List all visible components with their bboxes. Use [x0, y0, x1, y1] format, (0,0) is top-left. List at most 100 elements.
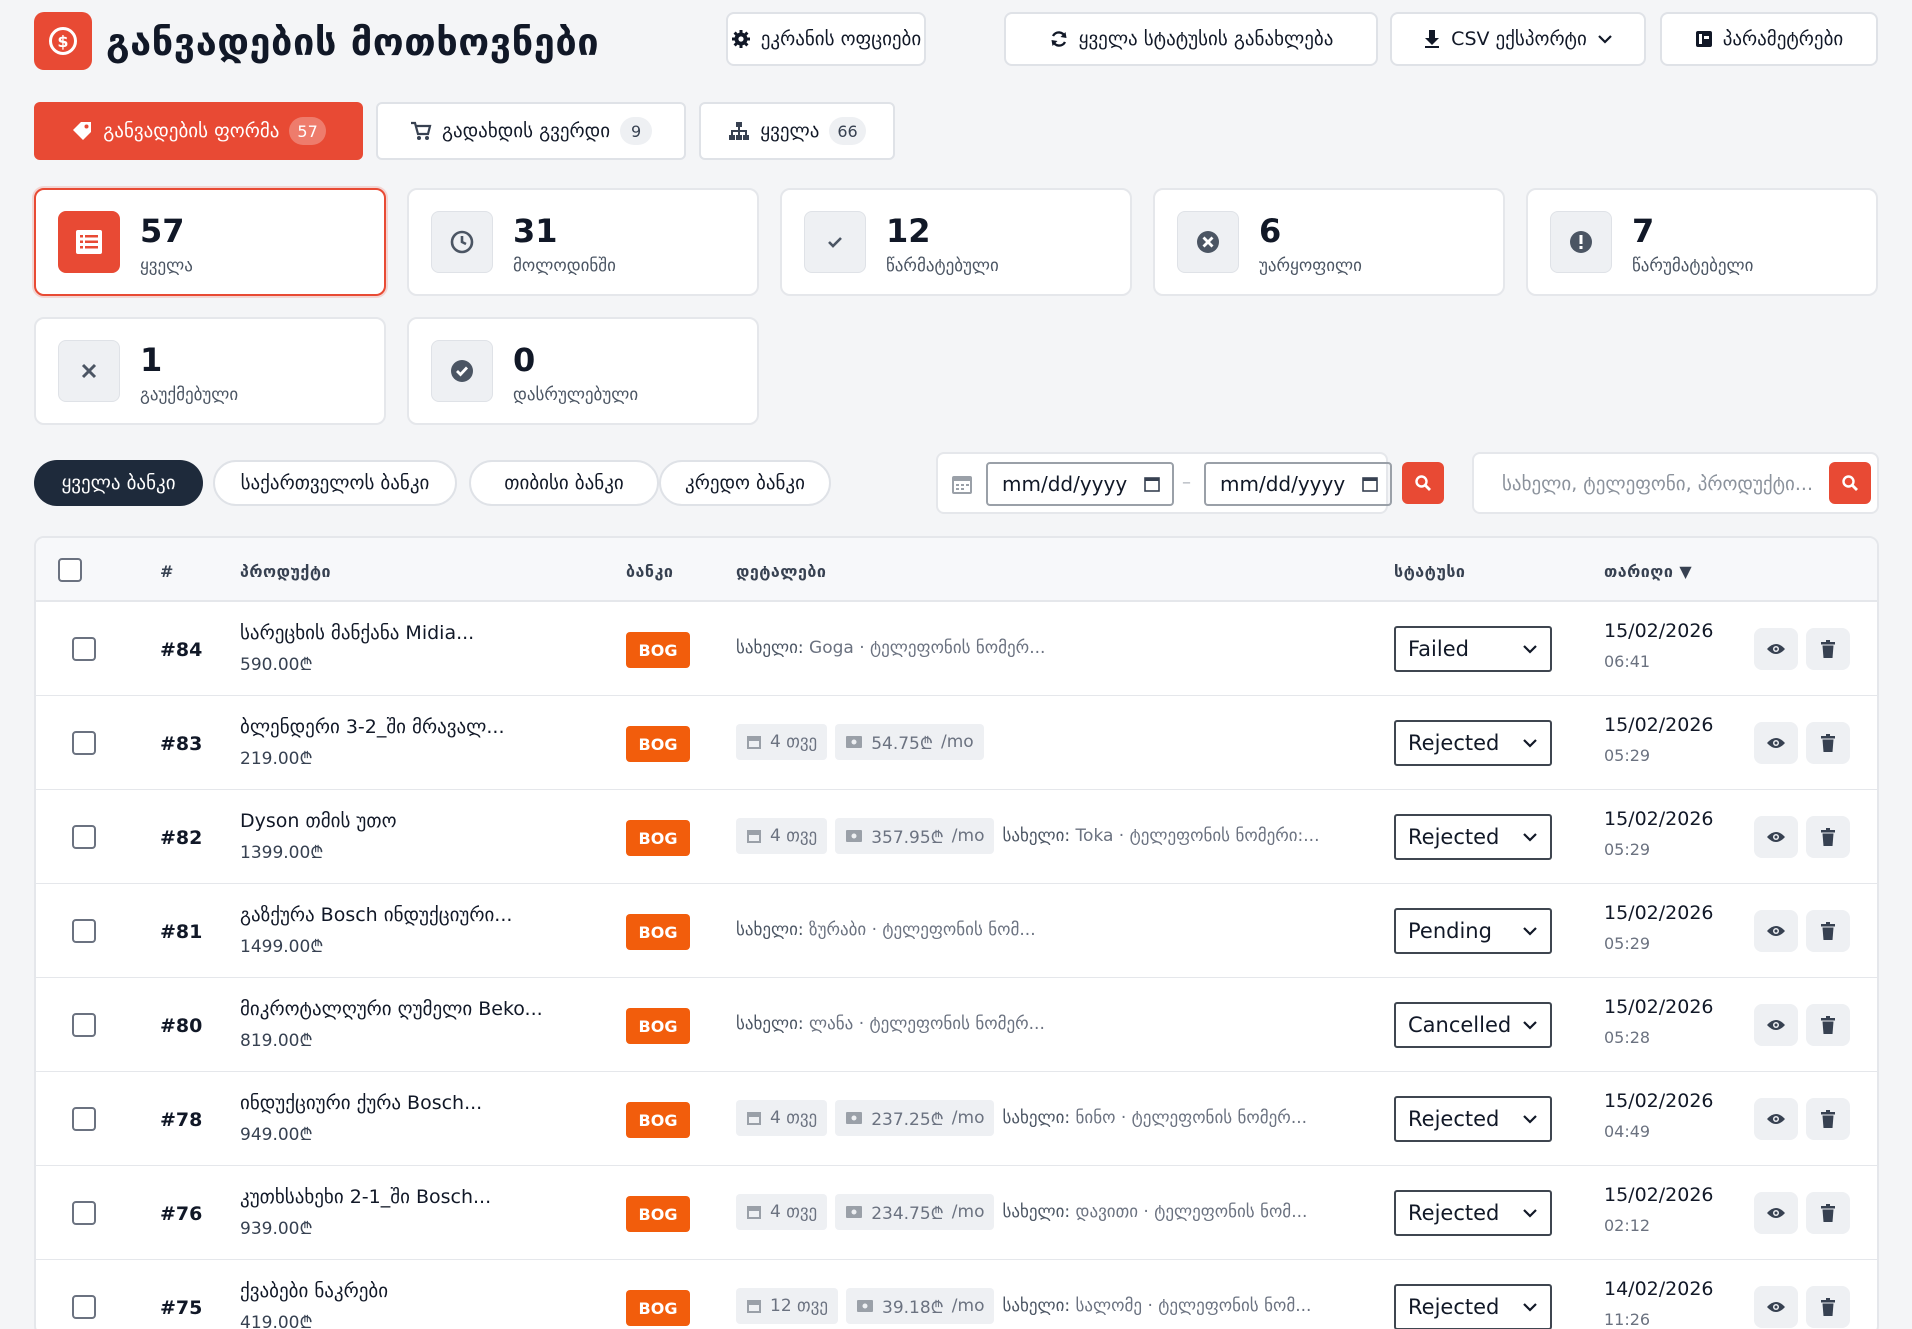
view-button[interactable]: [1754, 816, 1798, 858]
stat-card-failed[interactable]: 7 წარუმატებელი: [1526, 188, 1878, 296]
row-checkbox[interactable]: [72, 919, 96, 943]
chevron-down-icon: [1523, 739, 1537, 748]
request-id: #81: [160, 921, 203, 943]
tab-installment-form[interactable]: განვადების ფორმა 57: [34, 102, 363, 160]
bank-filter-credo[interactable]: კრედო ბანკი: [659, 460, 831, 506]
row-checkbox[interactable]: [72, 1201, 96, 1225]
row-checkbox[interactable]: [72, 731, 96, 755]
product-price: 949.00₾: [240, 1125, 313, 1145]
trash-icon: [1821, 640, 1835, 658]
search-button[interactable]: [1829, 462, 1871, 504]
stat-card-all[interactable]: 57 ყველა: [34, 188, 386, 296]
request-id: #83: [160, 733, 203, 755]
customer-name-value: Goga · ტელეფონის ნომერ...: [803, 638, 1046, 658]
request-date: 15/02/2026: [1604, 996, 1714, 1018]
details-cell: 4 თვე 234.75₾ /mo სახელი: დავითი · ტელეფონი…: [736, 1194, 1307, 1230]
monthly-payment-unit: /mo: [951, 1108, 985, 1128]
delete-button[interactable]: [1806, 722, 1850, 764]
status-select[interactable]: Rejected: [1394, 720, 1552, 766]
customer-details: სახელი: ლანა · ტელეფონის ნომერ...: [736, 1014, 1045, 1034]
product-name: ბლენდერი 3-2_ში მრავალ...: [240, 716, 505, 738]
refresh-statuses-label: ყველა სტატუსის განახლება: [1078, 28, 1334, 50]
status-select[interactable]: Rejected: [1394, 1096, 1552, 1142]
money-icon: [846, 1206, 863, 1218]
row-checkbox[interactable]: [72, 1295, 96, 1319]
calendar-picker-icon[interactable]: [1362, 476, 1378, 492]
monthly-payment-chip: 54.75₾ /mo: [835, 724, 984, 760]
screen-options-button[interactable]: ეკრანის ოფციები: [726, 12, 926, 66]
bank-badge: BOG: [626, 914, 690, 950]
calendar-icon: [747, 830, 761, 843]
date-to-input[interactable]: mm/dd/yyyy: [1204, 462, 1392, 506]
status-select[interactable]: Pending: [1394, 908, 1552, 954]
refresh-statuses-button[interactable]: ყველა სტატუსის განახლება: [1004, 12, 1378, 66]
delete-button[interactable]: [1806, 1004, 1850, 1046]
view-button[interactable]: [1754, 722, 1798, 764]
details-cell: სახელი: ზურაბი · ტელეფონის ნომ...: [736, 912, 1036, 948]
view-button[interactable]: [1754, 910, 1798, 952]
tag-icon: [73, 122, 92, 140]
request-date: 15/02/2026: [1604, 902, 1714, 924]
customer-details: სახელი: ნინო · ტელეფონის ნომერ...: [1002, 1108, 1307, 1128]
delete-button[interactable]: [1806, 910, 1850, 952]
column-header-product[interactable]: პროდუქტი: [240, 562, 331, 581]
delete-button[interactable]: [1806, 1192, 1850, 1234]
select-all-checkbox[interactable]: [58, 558, 82, 582]
row-checkbox[interactable]: [72, 637, 96, 661]
view-button[interactable]: [1754, 1098, 1798, 1140]
stat-label: გაუქმებული: [140, 385, 239, 405]
bank-filter-tbc[interactable]: თიბისი ბანკი: [469, 460, 659, 506]
request-id: #76: [160, 1203, 203, 1225]
trash-icon: [1821, 1204, 1835, 1222]
stat-card-cancelled[interactable]: 1 გაუქმებული: [34, 317, 386, 425]
delete-button[interactable]: [1806, 628, 1850, 670]
bank-filter-all[interactable]: ყველა ბანკი: [34, 460, 203, 506]
monthly-payment-value: 234.75₾: [871, 1203, 944, 1224]
monthly-payment-unit: /mo: [940, 732, 974, 752]
row-checkbox[interactable]: [72, 825, 96, 849]
stat-card-success[interactable]: 12 წარმატებული: [780, 188, 1132, 296]
bank-filter-bog[interactable]: საქართველოს ბანკი: [213, 460, 457, 506]
table-row: #75 ქვაბები ნაკრები 419.00₾ BOG 12 თვე 39.18₾…: [36, 1260, 1877, 1329]
chevron-down-icon: [1523, 1209, 1537, 1218]
status-select[interactable]: Rejected: [1394, 814, 1552, 860]
calendar-picker-icon[interactable]: [1144, 476, 1160, 492]
stat-card-rejected[interactable]: 6 უარყოფილი: [1153, 188, 1505, 296]
status-select[interactable]: Rejected: [1394, 1284, 1552, 1329]
date-range-filter: mm/dd/yyyy – mm/dd/yyyy: [936, 452, 1444, 514]
delete-button[interactable]: [1806, 1286, 1850, 1328]
status-select[interactable]: Failed: [1394, 626, 1552, 672]
view-button[interactable]: [1754, 1286, 1798, 1328]
stat-card-completed[interactable]: 0 დასრულებული: [407, 317, 759, 425]
bank-badge: BOG: [626, 1008, 690, 1044]
product-price: 939.00₾: [240, 1219, 313, 1239]
delete-button[interactable]: [1806, 1098, 1850, 1140]
view-button[interactable]: [1754, 628, 1798, 670]
request-id: #78: [160, 1109, 203, 1131]
delete-button[interactable]: [1806, 816, 1850, 858]
row-checkbox[interactable]: [72, 1013, 96, 1037]
csv-export-button[interactable]: CSV ექსპორტი: [1390, 12, 1646, 66]
status-select[interactable]: Cancelled: [1394, 1002, 1552, 1048]
tab-payment-page[interactable]: გადახდის გვერდი 9: [376, 102, 686, 160]
date-from-input[interactable]: mm/dd/yyyy: [986, 462, 1174, 506]
column-header-bank[interactable]: ბანკი: [626, 562, 673, 581]
search-input[interactable]: [1488, 462, 1818, 506]
row-checkbox[interactable]: [72, 1107, 96, 1131]
status-value: Cancelled: [1408, 1013, 1512, 1037]
customer-name-label: სახელი:: [1002, 1108, 1071, 1128]
column-header-status[interactable]: სტატუსი: [1394, 562, 1465, 581]
settings-button[interactable]: პარამეტრები: [1660, 12, 1878, 66]
tab-all[interactable]: ყველა 66: [699, 102, 895, 160]
column-header-date[interactable]: თარიღი ▼: [1604, 562, 1692, 581]
view-button[interactable]: [1754, 1192, 1798, 1234]
details-cell: 4 თვე 237.25₾ /mo სახელი: ნინო · ტელეფონის …: [736, 1100, 1307, 1136]
status-select[interactable]: Rejected: [1394, 1190, 1552, 1236]
stat-card-pending[interactable]: 31 მოლოდინში: [407, 188, 759, 296]
view-button[interactable]: [1754, 1004, 1798, 1046]
bank-badge: BOG: [626, 632, 690, 668]
date-search-button[interactable]: [1402, 462, 1444, 504]
stat-value: 31: [513, 212, 558, 250]
customer-name-value: ზურაბი · ტელეფონის ნომ...: [803, 920, 1036, 940]
status-value: Rejected: [1408, 1201, 1500, 1225]
